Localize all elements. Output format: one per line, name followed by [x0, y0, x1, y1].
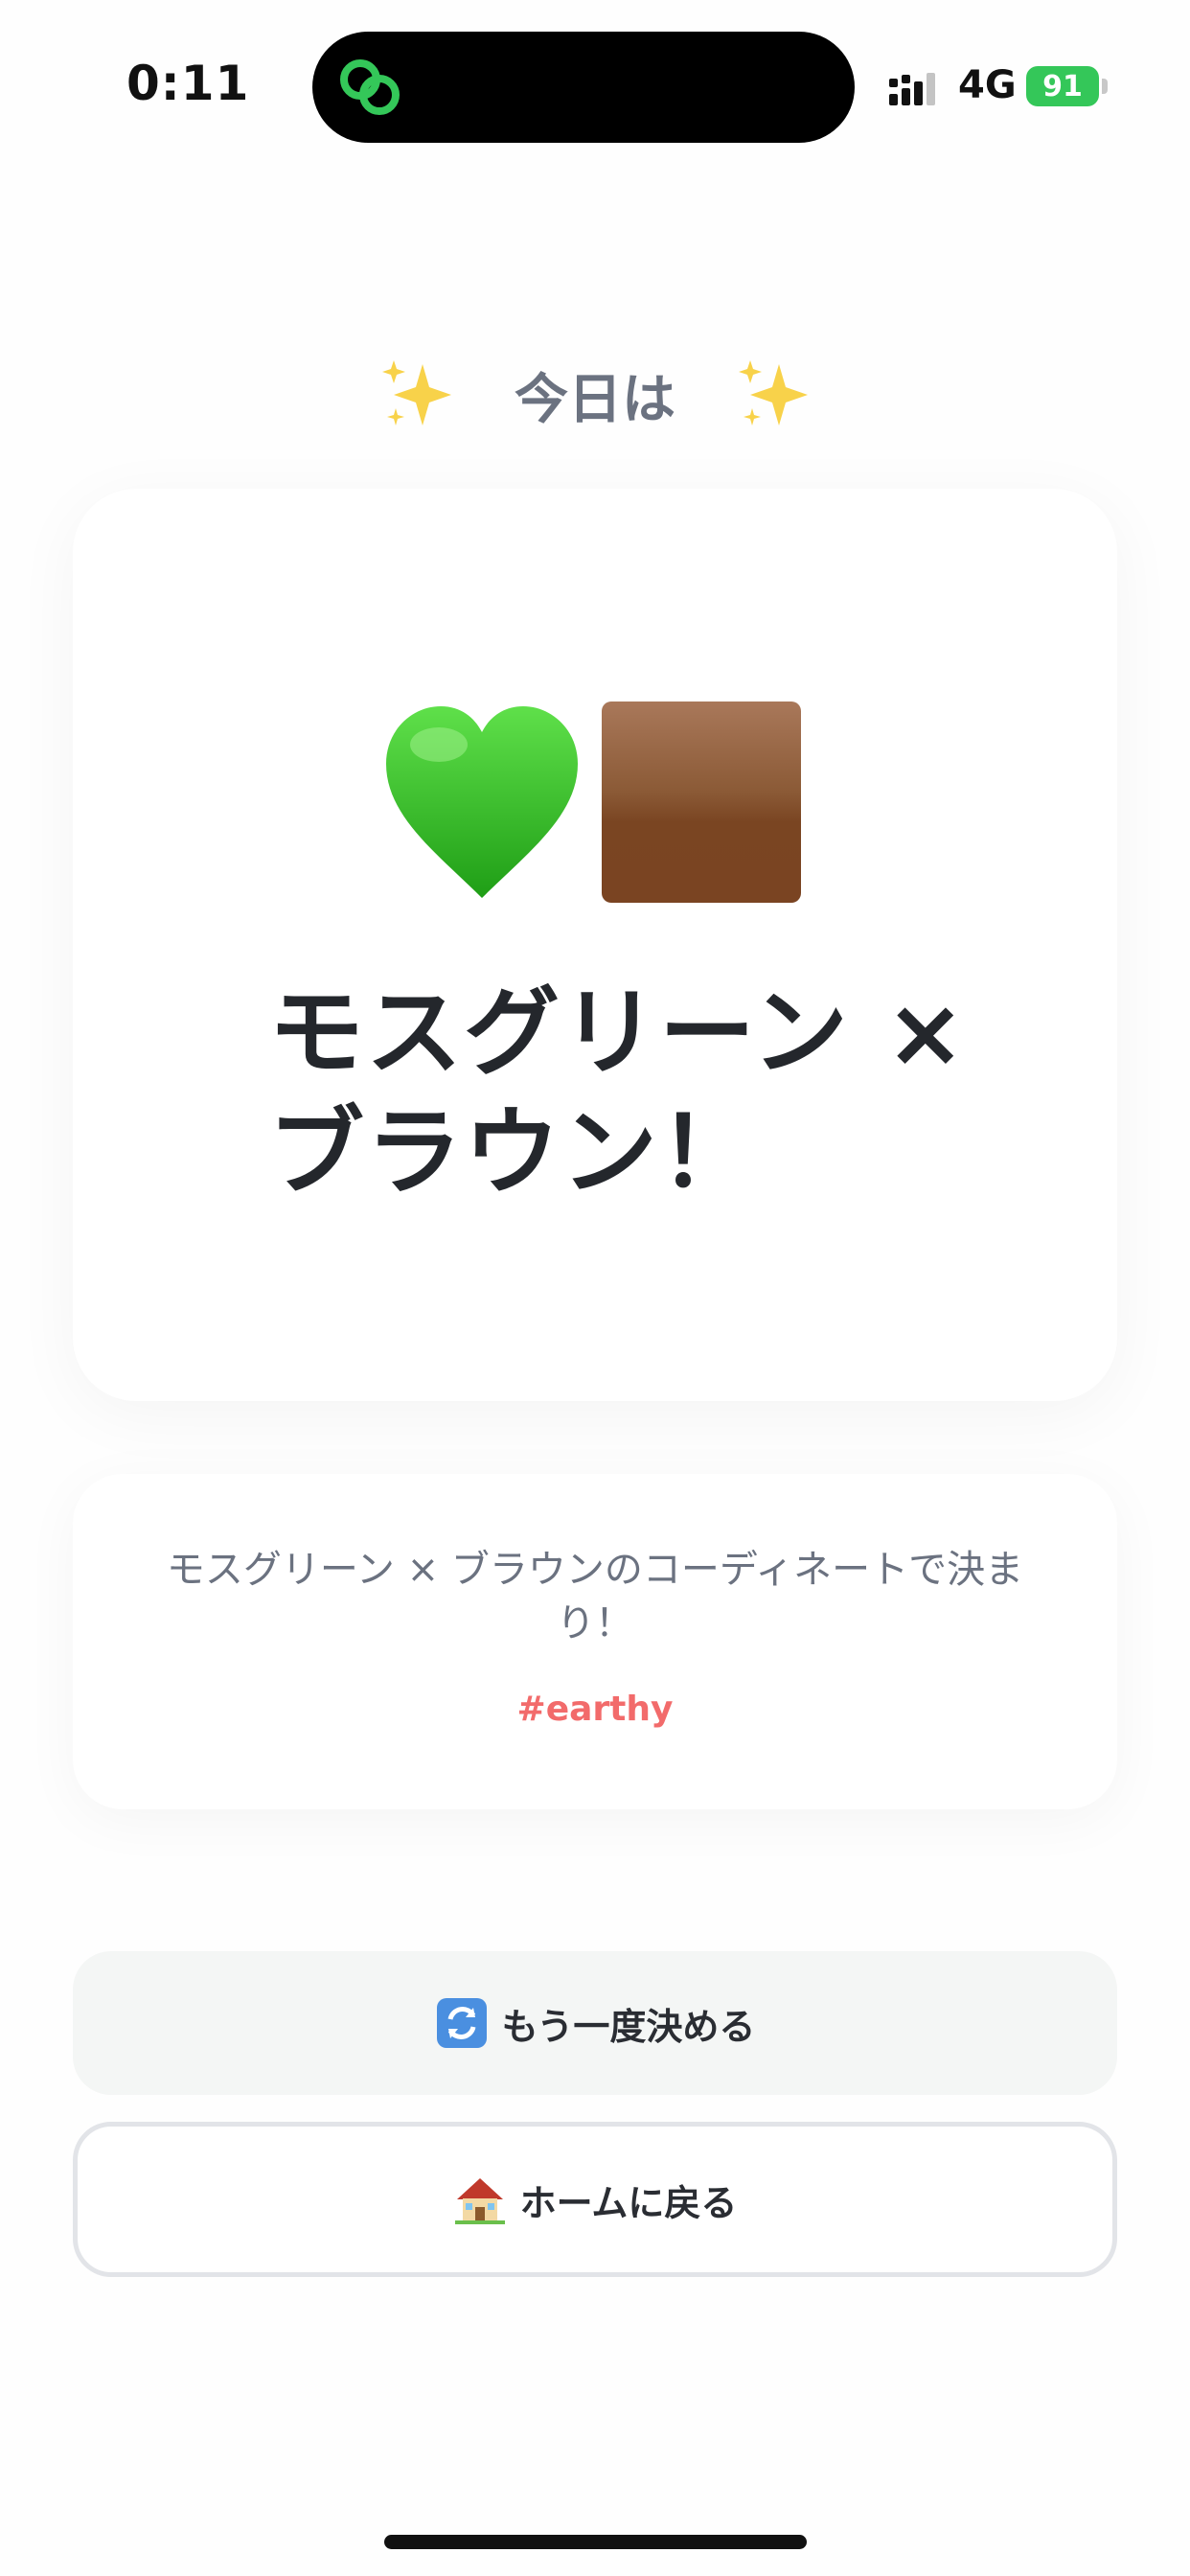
color-emoji-row: [381, 702, 822, 908]
description-text: モスグリーン × ブラウンのコーディネートで決まり！: [166, 1548, 1024, 1645]
home-indicator[interactable]: [384, 2535, 807, 2549]
house-icon: [454, 2178, 505, 2224]
cellular-signal-icon: [889, 73, 935, 105]
hashtag[interactable]: #earthy: [73, 1690, 1117, 1729]
green-heart-icon: [386, 706, 578, 898]
battery-cap: [1102, 79, 1108, 94]
retry-button-label: もう一度決める: [501, 2005, 756, 2048]
network-type: 4G: [958, 63, 1017, 107]
result-screen: 0:11 4G 91 今日は モスグリーン × ブラウン！ モスグリーン × ブ…: [0, 0, 1190, 2576]
status-time: 0:11: [126, 56, 250, 111]
brown-square-icon: [602, 702, 801, 903]
retry-button[interactable]: もう一度決める: [73, 1951, 1117, 2095]
sparkles-icon: [382, 360, 451, 426]
today-label: 今日は: [515, 368, 675, 431]
dynamic-island[interactable]: [312, 32, 855, 143]
battery-level: 91: [1026, 66, 1099, 106]
sparkles-icon: [739, 360, 808, 426]
status-bar: 0:11 4G 91: [0, 0, 1190, 163]
refresh-icon: [436, 1998, 487, 2048]
today-heading: 今日は: [0, 347, 1190, 443]
home-button-label: ホームに戻る: [519, 2181, 738, 2224]
home-button[interactable]: ホームに戻る: [73, 2122, 1117, 2277]
result-title: モスグリーン × ブラウン！: [268, 977, 968, 1208]
description-card: モスグリーン × ブラウンのコーディネートで決まり！ #earthy: [73, 1474, 1117, 1809]
link-rings-icon: [340, 59, 400, 115]
result-card: モスグリーン × ブラウン！: [73, 489, 1117, 1401]
